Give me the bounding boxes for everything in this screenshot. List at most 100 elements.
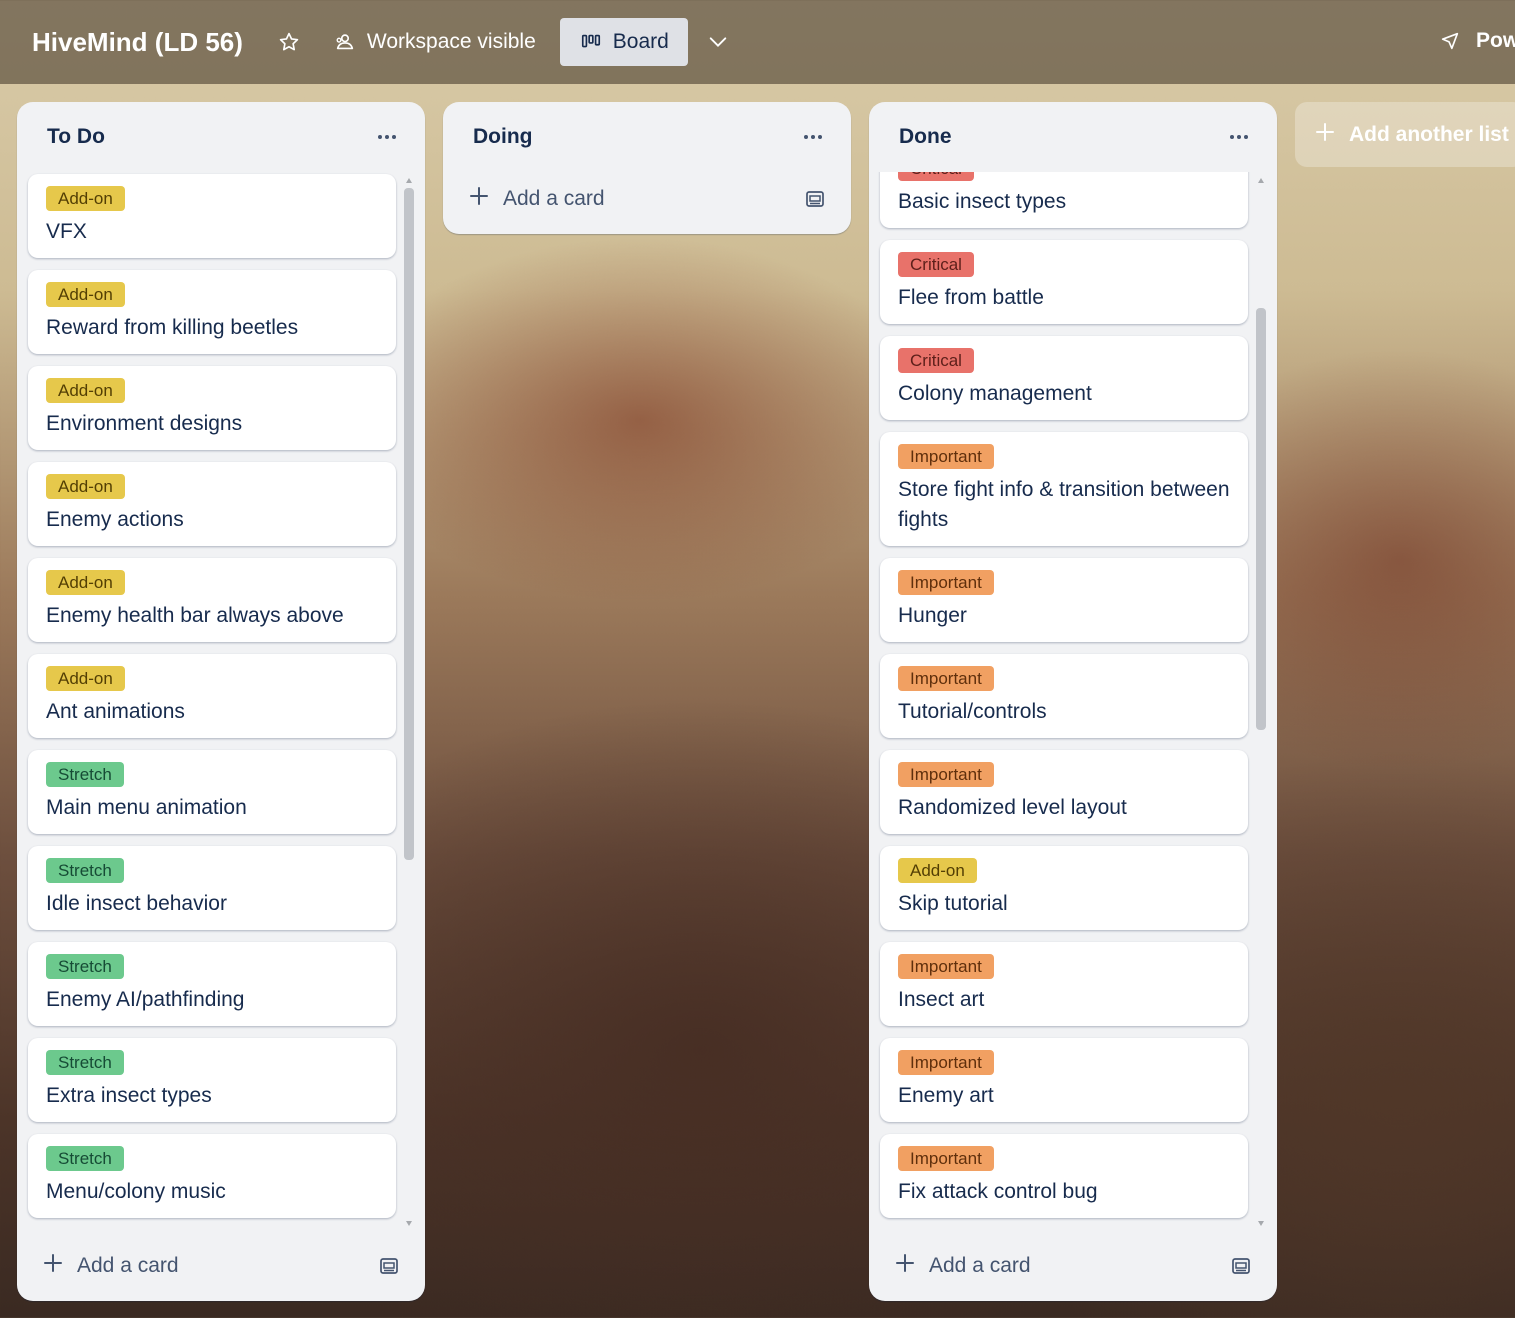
card-title: Randomized level layout [898, 796, 1127, 819]
add-card-row: Add a card [443, 164, 851, 234]
list-header: Doing [443, 102, 851, 172]
chevron-down-icon[interactable] [706, 30, 730, 54]
rocket-icon [1438, 29, 1462, 53]
scroll-down-arrow[interactable] [406, 1221, 412, 1226]
board-title[interactable]: HiveMind (LD 56) [32, 27, 243, 58]
card[interactable]: Add-on Environment designs [28, 366, 396, 450]
add-card-button[interactable]: Add a card [895, 1253, 1031, 1279]
scroll-down-arrow[interactable] [1258, 1221, 1264, 1226]
card-title: Flee from battle [898, 286, 1044, 309]
more-icon[interactable] [801, 125, 825, 149]
card-title: VFX [46, 220, 87, 243]
card[interactable]: Add-on Reward from killing beetles [28, 270, 396, 354]
plus-icon [895, 1253, 915, 1279]
card-label: Important [898, 666, 994, 691]
card-label: Important [898, 570, 994, 595]
template-icon[interactable] [379, 1256, 399, 1276]
card-label: Stretch [46, 1146, 124, 1171]
power-ups-button[interactable]: Pow [1438, 29, 1515, 53]
card-title: Enemy actions [46, 508, 184, 531]
more-icon[interactable] [375, 125, 399, 149]
card-title: Insect art [898, 988, 985, 1011]
board-icon [579, 30, 603, 54]
add-card-label: Add a card [503, 187, 605, 210]
card-label: Add-on [46, 570, 125, 595]
card-label: Add-on [46, 474, 125, 499]
view-label: Board [612, 30, 669, 53]
add-list-label: Add another list [1349, 122, 1509, 146]
card-label: Critical [898, 252, 974, 277]
card-title: Basic insect types [898, 190, 1067, 213]
scroll-thumb[interactable] [1256, 308, 1266, 730]
card-title: Main menu animation [46, 796, 247, 819]
card[interactable]: Stretch Enemy AI/pathfinding [28, 942, 396, 1026]
card[interactable]: Add-on Ant animations [28, 654, 396, 738]
add-card-button[interactable]: Add a card [469, 186, 605, 212]
scroll-up-arrow[interactable] [406, 178, 412, 183]
card[interactable]: Critical Colony management [880, 336, 1248, 420]
card[interactable]: Add-on Enemy health bar always above [28, 558, 396, 642]
card[interactable]: Important Store fight info & transition b… [880, 432, 1248, 546]
card-label: Important [898, 762, 994, 787]
card[interactable]: Important Insect art [880, 942, 1248, 1026]
list-doing: Doing Add a card [443, 102, 851, 234]
card[interactable]: Important Tutorial/controls [880, 654, 1248, 738]
card-title: Tutorial/controls [898, 700, 1047, 723]
card[interactable]: Stretch Idle insect behavior [28, 846, 396, 930]
add-card-button[interactable]: Add a card [43, 1253, 179, 1279]
plus-icon [1315, 122, 1335, 148]
card-title: Menu/colony music [46, 1180, 226, 1203]
card[interactable]: Add-on Skip tutorial [880, 846, 1248, 930]
card-label: Stretch [46, 1050, 124, 1075]
cards-container: Add-on VFX Add-on Reward from killing beetl… [17, 172, 425, 1230]
scrollbar[interactable] [403, 174, 415, 1230]
card[interactable]: Important Enemy art [880, 1038, 1248, 1122]
card[interactable]: Important Hunger [880, 558, 1248, 642]
star-icon[interactable] [277, 30, 301, 54]
board-view-button[interactable]: Board [559, 18, 688, 66]
card-label: Stretch [46, 954, 124, 979]
card[interactable]: Critical Flee from battle [880, 240, 1248, 324]
more-icon[interactable] [1227, 125, 1251, 149]
add-card-label: Add a card [929, 1254, 1031, 1277]
visibility-button[interactable]: Workspace visible [333, 30, 536, 54]
card-title: Hunger [898, 604, 967, 627]
scroll-thumb[interactable] [404, 188, 414, 860]
card[interactable]: Add-on Enemy actions [28, 462, 396, 546]
card-label: Add-on [898, 858, 977, 883]
card-title: Ant animations [46, 700, 185, 723]
list-title[interactable]: Doing [473, 125, 532, 149]
template-icon[interactable] [805, 189, 825, 209]
list-header: Done [869, 102, 1277, 172]
list-todo: To Do Add-on VFX Add-on Reward from killing… [17, 102, 425, 1301]
card-title: Skip tutorial [898, 892, 1008, 915]
card-label: Add-on [46, 282, 125, 307]
card-label: Stretch [46, 858, 124, 883]
card-label: Add-on [46, 666, 125, 691]
card-label: Important [898, 444, 994, 469]
card-label: Critical [898, 172, 974, 181]
card-label: Add-on [46, 186, 125, 211]
card[interactable]: Add-on VFX [28, 174, 396, 258]
card-title: Colony management [898, 382, 1092, 405]
scrollbar[interactable] [1255, 174, 1267, 1230]
card-label: Add-on [46, 378, 125, 403]
list-done: Done Critical Basic insect types Critical F… [869, 102, 1277, 1301]
card-title: Store fight info & transition between fi… [898, 478, 1230, 531]
list-title[interactable]: To Do [47, 125, 105, 149]
card[interactable]: Important Fix attack control bug [880, 1134, 1248, 1218]
card[interactable]: Stretch Menu/colony music [28, 1134, 396, 1218]
card-label: Important [898, 954, 994, 979]
scroll-up-arrow[interactable] [1258, 178, 1264, 183]
add-card-row: Add a card [17, 1231, 425, 1301]
card[interactable]: Stretch Extra insect types [28, 1038, 396, 1122]
card-title: Reward from killing beetles [46, 316, 299, 339]
plus-icon [43, 1253, 63, 1279]
template-icon[interactable] [1231, 1256, 1251, 1276]
card[interactable]: Important Randomized level layout [880, 750, 1248, 834]
card[interactable]: Stretch Main menu animation [28, 750, 396, 834]
add-list-button[interactable]: Add another list [1295, 102, 1515, 167]
list-title[interactable]: Done [899, 125, 952, 149]
add-card-label: Add a card [77, 1254, 179, 1277]
card[interactable]: Critical Basic insect types [880, 172, 1248, 228]
